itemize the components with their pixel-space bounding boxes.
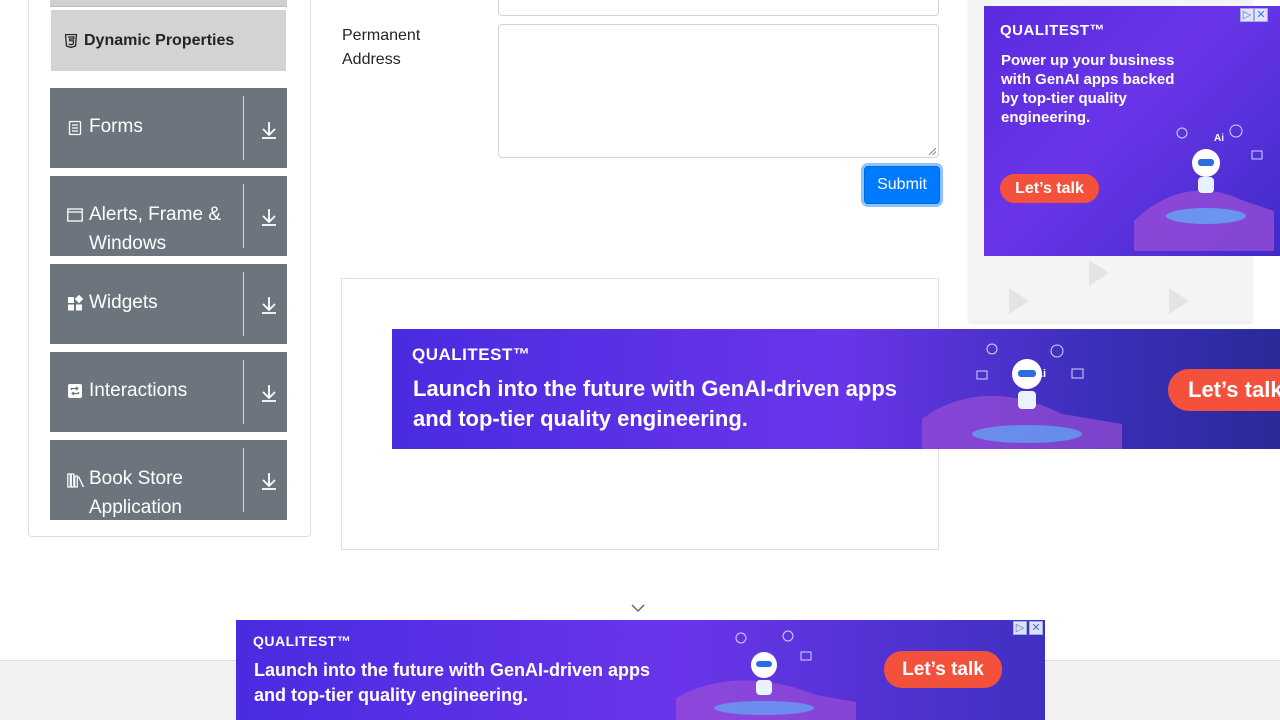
- divider: [243, 96, 244, 160]
- download-icon[interactable]: [260, 383, 278, 403]
- ai-robot-illustration: Ai: [922, 343, 1122, 449]
- permanent-address-label: Permanent Address: [342, 27, 421, 68]
- ad-cta-button[interactable]: Let’s talk: [1000, 174, 1099, 203]
- download-icon[interactable]: [260, 295, 278, 315]
- sidebar-group-label: Widgets: [89, 292, 158, 313]
- widgets-icon: [68, 295, 83, 311]
- page: Dynamic Properties Forms Alerts, Frame &…: [0, 0, 1280, 720]
- sidebar-group-widgets[interactable]: Widgets: [50, 264, 287, 344]
- books-icon: [67, 473, 85, 488]
- ad-banner-middle[interactable]: QUALITEST™ Launch into the future with G…: [392, 329, 1280, 449]
- sidebar-group-alerts-frame-windows[interactable]: Alerts, Frame & Windows: [50, 176, 287, 256]
- form-icon: [68, 120, 82, 136]
- ad-text: Launch into the future with GenAI-driven…: [254, 660, 651, 705]
- ad-cta-button[interactable]: Let’s talk: [884, 651, 1002, 688]
- interactions-icon: [68, 384, 82, 398]
- sidebar-group-label: Interactions: [89, 380, 188, 401]
- ad-banner-bottom[interactable]: QUALITEST™ Launch into the future with G…: [236, 620, 1045, 720]
- ad-brand: QUALITEST™: [412, 345, 531, 364]
- sidebar-group-interactions[interactable]: Interactions: [50, 352, 287, 432]
- sidebar-group-label: Forms: [89, 116, 143, 137]
- close-ad-icon[interactable]: ✕: [1029, 621, 1043, 635]
- sidebar-group-book-store-application[interactable]: Book Store Application: [50, 440, 287, 520]
- sidebar-group-label: Book Store Application: [89, 468, 183, 518]
- svg-text:Ai: Ai: [1214, 133, 1224, 144]
- divider: [243, 184, 244, 248]
- svg-text:Ai: Ai: [1035, 368, 1046, 380]
- ad-banner-right[interactable]: QUALITEST™ Power up your business with G…: [984, 6, 1280, 256]
- download-icon[interactable]: [260, 207, 278, 227]
- adchoices-icon[interactable]: ▷: [1013, 621, 1027, 635]
- sidebar-group-forms[interactable]: Forms: [50, 88, 287, 168]
- ai-robot-illustration: Ai: [1134, 124, 1274, 251]
- ad-text: Launch into the future with GenAI-driven…: [413, 376, 898, 431]
- submit-button[interactable]: Submit: [864, 166, 940, 204]
- sidebar-subitem-label: Dynamic Properties: [84, 31, 235, 49]
- window-icon: [67, 208, 83, 222]
- ad-brand: QUALITEST™: [253, 633, 352, 649]
- adchoices-icon[interactable]: ▷: [1240, 8, 1254, 22]
- divider: [243, 360, 244, 424]
- resize-grip-icon[interactable]: [928, 147, 936, 155]
- download-icon[interactable]: [260, 120, 278, 140]
- sidebar-group-label: Alerts, Frame & Windows: [89, 204, 221, 254]
- download-icon[interactable]: [260, 471, 278, 491]
- divider: [243, 448, 244, 512]
- ad-brand: QUALITEST™: [1000, 22, 1105, 39]
- sidebar-subitem-dynamic-properties[interactable]: Dynamic Properties: [51, 10, 286, 71]
- ai-robot-illustration: [676, 630, 856, 720]
- sidebar-subitem-previous[interactable]: [50, 0, 287, 7]
- ad-cta-button[interactable]: Let’s talk: [1168, 369, 1280, 411]
- current-address-textarea[interactable]: [498, 0, 939, 16]
- html5-icon: [65, 33, 77, 48]
- permanent-address-textarea[interactable]: [498, 24, 939, 158]
- divider: [243, 272, 244, 336]
- close-ad-icon[interactable]: ✕: [1254, 8, 1268, 22]
- chevron-down-icon[interactable]: [631, 603, 645, 613]
